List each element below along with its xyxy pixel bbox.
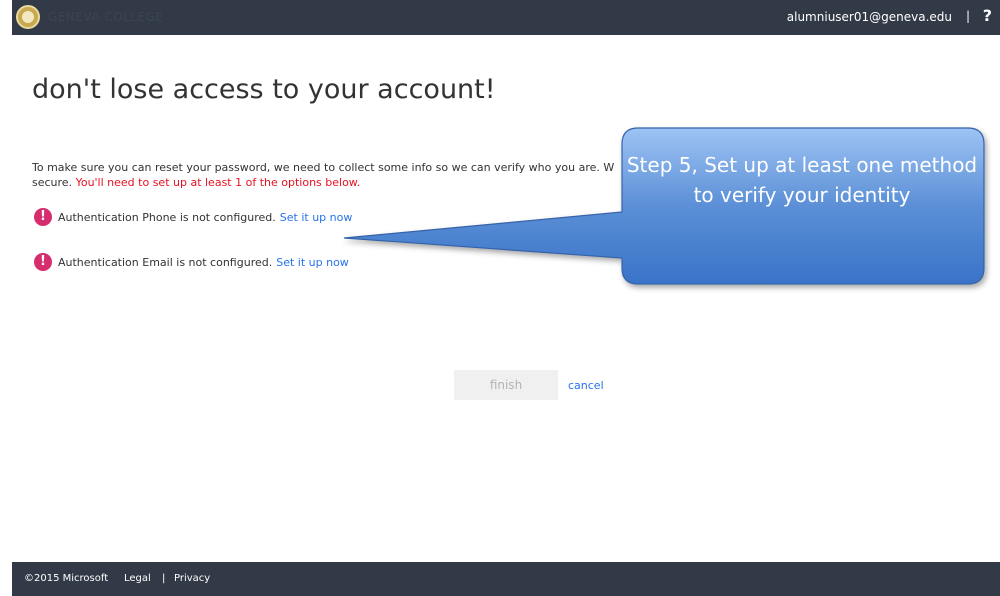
auth-email-status: Authentication Email is not configured.	[58, 255, 273, 269]
help-icon[interactable]: ?	[983, 6, 992, 25]
auth-phone-row: ! Authentication Phone is not configured…	[34, 208, 352, 226]
alert-icon: !	[34, 253, 52, 271]
footer-legal-link[interactable]: Legal	[124, 573, 151, 584]
cancel-link[interactable]: cancel	[568, 379, 604, 392]
intro-line-2: secure.	[32, 176, 73, 189]
college-seal-icon	[16, 5, 40, 29]
setup-email-link[interactable]: Set it up now	[276, 256, 349, 269]
header-separator: |	[965, 9, 970, 23]
page-title: don't lose access to your account!	[32, 74, 496, 105]
setup-phone-link[interactable]: Set it up now	[280, 211, 353, 224]
auth-phone-status: Authentication Phone is not configured.	[58, 210, 276, 224]
footer-separator: |	[162, 573, 166, 584]
page-frame: GENEVA COLLEGE alumniuser01@geneva.edu |…	[12, 0, 1000, 596]
intro-text: To make sure you can reset your password…	[32, 160, 672, 190]
org-name: GENEVA COLLEGE	[48, 10, 164, 24]
user-email[interactable]: alumniuser01@geneva.edu	[787, 10, 952, 24]
auth-email-row: ! Authentication Email is not configured…	[34, 253, 349, 271]
finish-button[interactable]: finish	[454, 370, 558, 400]
footer-privacy-link[interactable]: Privacy	[174, 573, 210, 584]
footer: ©2015 Microsoft Legal | Privacy	[12, 562, 1000, 596]
intro-line-1: To make sure you can reset your password…	[32, 161, 615, 174]
required-note: You'll need to set up at least 1 of the …	[75, 176, 361, 189]
footer-copyright: ©2015 Microsoft	[24, 573, 109, 584]
top-bar: GENEVA COLLEGE alumniuser01@geneva.edu |…	[12, 0, 1000, 35]
alert-icon: !	[34, 208, 52, 226]
